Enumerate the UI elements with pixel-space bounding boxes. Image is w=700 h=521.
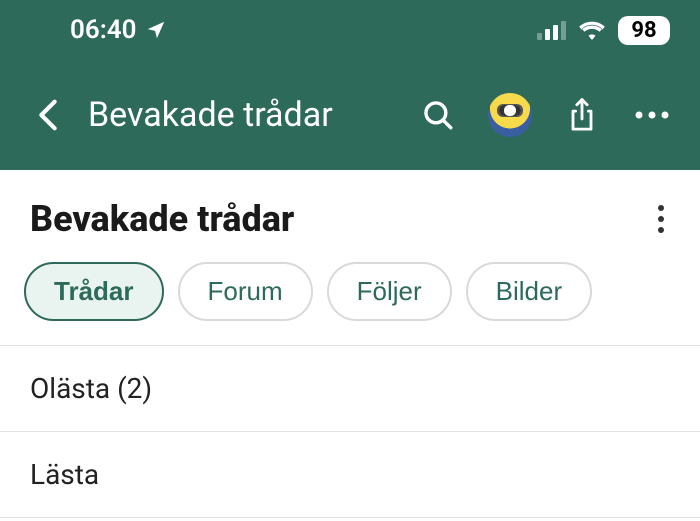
clock-time: 06:40 — [70, 15, 137, 45]
search-icon — [421, 98, 455, 132]
share-icon — [566, 97, 598, 133]
tab-bilder[interactable]: Bilder — [466, 262, 592, 321]
app-header: 06:40 98 Bevakade trådar — [0, 0, 700, 170]
status-right: 98 — [537, 16, 670, 45]
page-content: Bevakade trådar Trådar Forum Följer Bild… — [0, 170, 700, 518]
nav-actions — [418, 93, 672, 137]
cellular-signal-icon — [537, 20, 566, 40]
location-icon — [145, 19, 167, 41]
nav-title: Bevakade trådar — [88, 95, 398, 135]
more-button[interactable] — [632, 95, 672, 135]
status-time-group: 06:40 — [70, 15, 167, 45]
wifi-icon — [578, 19, 606, 41]
battery-indicator: 98 — [618, 16, 670, 45]
kebab-dot-icon — [658, 216, 664, 222]
tab-tradar[interactable]: Trådar — [24, 262, 164, 321]
section-unread[interactable]: Olästa (2) — [0, 346, 700, 432]
page-title: Bevakade trådar — [30, 198, 294, 240]
back-button[interactable] — [28, 95, 68, 135]
section-read[interactable]: Lästa — [0, 432, 700, 518]
avatar[interactable] — [488, 93, 532, 137]
status-bar: 06:40 98 — [0, 0, 700, 60]
filter-tabs: Trådar Forum Följer Bilder — [0, 254, 700, 346]
search-button[interactable] — [418, 95, 458, 135]
page-menu-button[interactable] — [652, 199, 670, 239]
tab-forum[interactable]: Forum — [178, 262, 313, 321]
kebab-dot-icon — [658, 205, 664, 211]
more-horizontal-icon — [634, 110, 670, 120]
page-head: Bevakade trådar — [0, 170, 700, 254]
share-button[interactable] — [562, 95, 602, 135]
kebab-dot-icon — [658, 227, 664, 233]
nav-bar: Bevakade trådar — [0, 60, 700, 170]
tab-foljer[interactable]: Följer — [327, 262, 452, 321]
chevron-left-icon — [38, 98, 58, 132]
